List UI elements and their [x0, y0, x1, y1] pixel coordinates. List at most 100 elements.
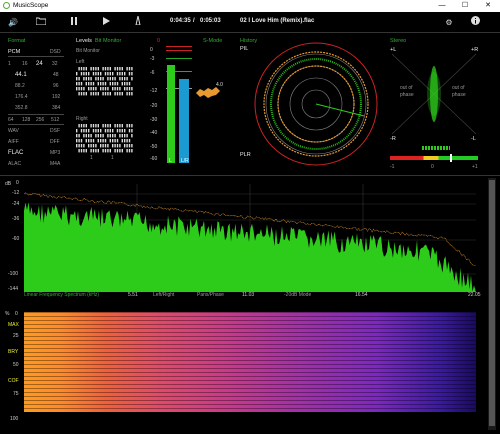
- mode-20db: -20dB Mode: [284, 292, 312, 298]
- rate-44: 44.1: [15, 72, 27, 78]
- rate-192: 192: [52, 94, 61, 100]
- spectrogram-tick-25: 25: [13, 333, 19, 339]
- minimize-button[interactable]: —: [432, 0, 452, 12]
- scrollbar[interactable]: [488, 178, 496, 430]
- play-icon[interactable]: [99, 16, 113, 29]
- rate-48: 48: [53, 72, 59, 78]
- depth-16: 16: [22, 61, 28, 67]
- meter-tick-12: -12: [150, 88, 158, 94]
- stereo-title: Stereo: [390, 38, 407, 44]
- spectrogram-cof: COF: [8, 378, 19, 384]
- container-dsf: DSF: [50, 128, 60, 134]
- open-folder-icon[interactable]: [34, 16, 48, 29]
- dsd-256: 256: [36, 117, 45, 123]
- meter-tick-6: -6: [150, 70, 155, 76]
- meter-tick-0: 0: [150, 47, 153, 53]
- history-pl-label: PIL: [240, 46, 249, 52]
- spectrum-tick-100: -100: [8, 271, 19, 277]
- close-button[interactable]: ✕: [478, 0, 498, 12]
- settings-gear-icon[interactable]: ⚙: [442, 16, 456, 29]
- meter-tick-50: -50: [150, 144, 158, 150]
- meter-ch-l: L: [169, 158, 172, 164]
- stereo-l-minus: -L: [471, 136, 476, 142]
- rate-384: 384: [52, 105, 61, 111]
- bit-tick-a: 1: [90, 155, 93, 161]
- meter-tick-40: -40: [150, 130, 158, 136]
- rate-352: 352.8: [15, 105, 28, 111]
- mode-pans-phase: Pans/Phase: [197, 292, 224, 298]
- meter-tick-60: -60: [150, 156, 158, 162]
- container-aiff: AIFF: [8, 139, 19, 145]
- depth-24: 24: [36, 61, 43, 67]
- meter-tick-3: -3: [150, 56, 155, 62]
- right-label: Right: [76, 116, 88, 122]
- spectrum-tick-24: -24: [12, 201, 20, 207]
- out-of-phase-right: out of phase: [452, 85, 466, 98]
- format-panel: Format PCM DSD 1 16 24 32 44.1 88.2 176.…: [8, 38, 66, 168]
- stereo-panel: Stereo +L +R -R -L out of phase out of p…: [386, 38, 486, 172]
- meter-bar-right: [179, 46, 189, 163]
- window-title: MusicScope: [13, 2, 49, 9]
- container-mp3: MP3: [50, 150, 61, 156]
- rate-96: 96: [53, 83, 59, 89]
- correlation-bar: [390, 154, 478, 162]
- spectrogram-max: MAX: [8, 322, 19, 328]
- spectrogram-heatmap: [24, 312, 476, 412]
- history-plr-label: PLR: [240, 152, 251, 158]
- container-flac: FLAC: [8, 150, 24, 156]
- format-pcm: PCM: [8, 49, 21, 55]
- history-panel: History PIL PLR: [238, 38, 378, 172]
- history-radar: [254, 42, 378, 166]
- out-of-phase-left: out of phase: [400, 85, 414, 98]
- bit-monitor-title: Bit Monitor: [95, 38, 122, 44]
- meter-zero-label: 0: [157, 38, 161, 44]
- dsd-128: 128: [22, 117, 31, 123]
- volume-icon[interactable]: 🔊: [6, 16, 20, 29]
- spectrum-tick-12: -12: [12, 190, 20, 196]
- meter-mode-label: S-Mode: [203, 38, 223, 44]
- corr-left: -1: [390, 164, 395, 170]
- mode-left-right: Left/Right: [153, 292, 175, 298]
- meter-bar-left: [167, 46, 175, 163]
- meter-ch-r: L/R: [181, 158, 189, 164]
- rate-88: 88.2: [15, 83, 25, 89]
- pause-icon[interactable]: [67, 16, 81, 29]
- stereo-r-minus: -R: [390, 136, 396, 142]
- correlation-history: [422, 146, 450, 150]
- corr-right: +1: [472, 164, 478, 170]
- format-title: Format: [8, 38, 26, 44]
- metronome-icon[interactable]: [131, 15, 145, 29]
- container-wav: WAV: [8, 128, 19, 134]
- scrollbar-thumb[interactable]: [489, 180, 495, 426]
- spectrogram-tick-75: 75: [13, 391, 19, 397]
- spectrum-xtick-1: 5.51: [128, 292, 138, 298]
- spectrum-tick-60: -60: [12, 236, 20, 242]
- maximize-button[interactable]: ☐: [455, 0, 475, 12]
- depth-32: 32: [52, 61, 58, 67]
- time-separator: /: [193, 18, 195, 24]
- spectrum-ylabel: dB: [5, 181, 12, 187]
- app-logo-icon: [3, 2, 10, 9]
- format-dsd: DSD: [50, 49, 61, 55]
- container-alac: ALAC: [8, 161, 22, 167]
- title-bar: MusicScope — ☐ ✕: [0, 0, 500, 12]
- bit-monitor-sub: Bit Monitor: [76, 48, 100, 54]
- spectrogram-ylabel: %: [5, 311, 10, 317]
- dsd-64: 64: [8, 117, 14, 123]
- info-icon[interactable]: [468, 16, 482, 29]
- levels-panel: Levels Bit Monitor Bit Monitor Left Righ…: [76, 38, 138, 168]
- spectrogram-tick-50: 50: [13, 362, 19, 368]
- correlation-marker: [450, 154, 452, 162]
- elapsed-time: 0:04:35: [170, 18, 191, 24]
- corr-mid: 0: [431, 164, 434, 170]
- spectrum-tick-36: -36: [12, 216, 20, 222]
- container-dff: DFF: [50, 139, 60, 145]
- container-m4a: M4A: [50, 161, 61, 167]
- rate-176: 176.4: [15, 94, 28, 100]
- total-time: 0:05:03: [200, 18, 221, 24]
- spectrogram-tick-100: 100: [10, 416, 19, 422]
- meter-tick-30: -30: [150, 117, 158, 123]
- depth-1: 1: [8, 61, 11, 67]
- bit-tick-b: 1: [111, 155, 114, 161]
- spectrum-xtick-2: 11.03: [242, 292, 255, 298]
